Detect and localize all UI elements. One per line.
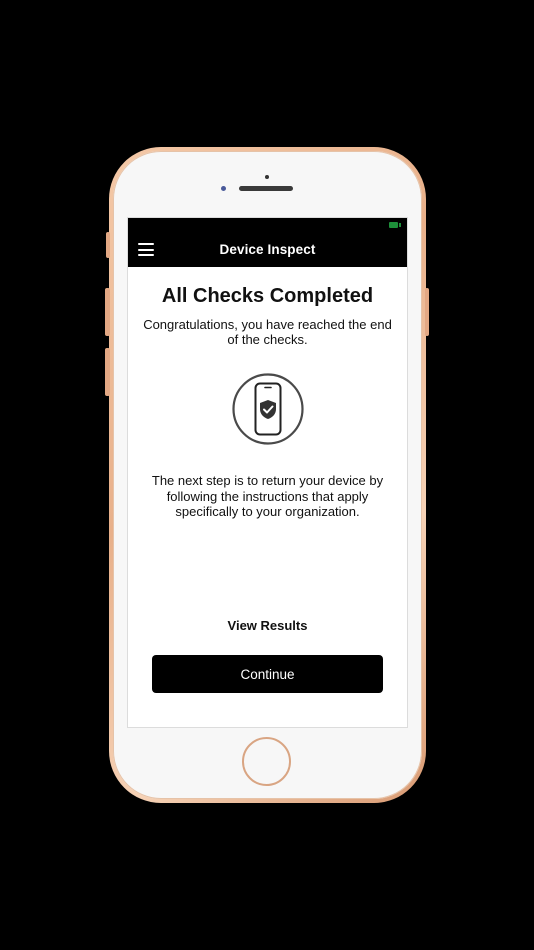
- front-camera: [221, 186, 226, 191]
- volume-up-button: [105, 288, 110, 336]
- earpiece-speaker: [239, 186, 293, 191]
- proximity-sensor: [265, 175, 269, 179]
- page-title: All Checks Completed: [161, 285, 374, 307]
- power-button: [425, 288, 429, 336]
- continue-button[interactable]: Continue: [152, 655, 383, 693]
- nav-title: Device Inspect: [219, 242, 316, 257]
- app-screen: Device Inspect All Checks Completed Cong…: [127, 217, 408, 728]
- battery-icon: [389, 222, 401, 228]
- silent-switch: [106, 232, 110, 258]
- volume-down-button: [105, 348, 110, 396]
- congratulations-text: Congratulations, you have reached the en…: [143, 317, 392, 347]
- instructions-text: The next step is to return your device b…: [151, 473, 384, 519]
- nav-bar: Device Inspect: [128, 232, 407, 267]
- phone-shield-check-icon: [232, 373, 304, 445]
- status-bar: [128, 218, 407, 232]
- view-results-link[interactable]: View Results: [128, 618, 407, 633]
- home-button[interactable]: [242, 737, 291, 786]
